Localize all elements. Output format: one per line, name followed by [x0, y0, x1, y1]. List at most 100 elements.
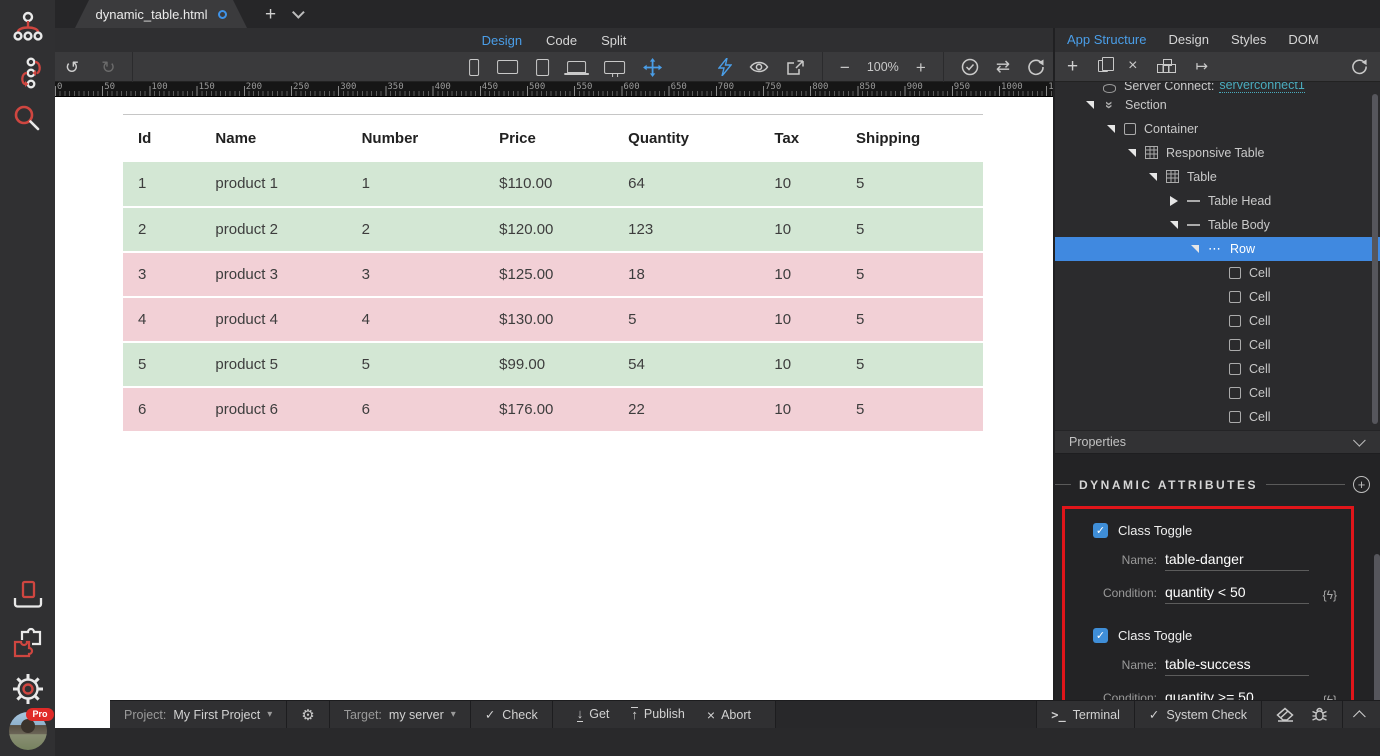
- table-cell[interactable]: product 5: [200, 341, 347, 388]
- tree-item-table-head[interactable]: Table Head: [1055, 189, 1380, 213]
- bug-icon[interactable]: [1311, 706, 1328, 723]
- check-button[interactable]: ✓ Check: [470, 701, 553, 728]
- condition-input[interactable]: quantity < 50: [1165, 584, 1309, 604]
- table-cell[interactable]: 10: [759, 251, 842, 298]
- table-cell[interactable]: product 1: [200, 161, 347, 208]
- table-cell[interactable]: 6: [123, 386, 201, 433]
- table-cell[interactable]: product 3: [200, 251, 347, 298]
- table-cell[interactable]: 2: [346, 206, 485, 253]
- table-cell[interactable]: 123: [613, 206, 760, 253]
- workflow-icon[interactable]: [0, 50, 55, 96]
- dynamic-data-bolt-icon[interactable]: [717, 58, 732, 76]
- table-cell[interactable]: 4: [123, 296, 201, 343]
- validate-check-icon[interactable]: [961, 58, 979, 76]
- panel-tab-styles[interactable]: Styles: [1231, 32, 1266, 47]
- delete-icon[interactable]: ×: [1128, 58, 1137, 74]
- table-cell[interactable]: 5: [841, 161, 983, 208]
- new-tab-button[interactable]: +: [265, 5, 276, 24]
- preview-eye-icon[interactable]: [749, 60, 769, 74]
- tree-item-table[interactable]: Table: [1055, 165, 1380, 189]
- tree-item-cell[interactable]: Cell: [1055, 381, 1380, 405]
- table-cell[interactable]: 64: [613, 161, 760, 208]
- table-cell[interactable]: 5: [841, 206, 983, 253]
- table-cell[interactable]: 3: [346, 251, 485, 298]
- class-name-input[interactable]: table-success: [1165, 656, 1309, 676]
- tree-item-cell[interactable]: Cell: [1055, 405, 1380, 429]
- search-icon[interactable]: [0, 96, 55, 142]
- table-cell[interactable]: 2: [123, 206, 201, 253]
- components-icon[interactable]: [1157, 59, 1177, 74]
- panel-tab-dom[interactable]: DOM: [1288, 32, 1318, 47]
- product-table[interactable]: Id Name Number Price Quantity Tax Shipping 1 pr…: [123, 114, 983, 433]
- open-in-browser-icon[interactable]: [786, 59, 805, 76]
- design-canvas[interactable]: Id Name Number Price Quantity Tax Shipping 1 pr…: [55, 97, 1053, 728]
- collapse-arrow-icon[interactable]: [1191, 245, 1208, 253]
- table-row[interactable]: 3 product 3 3 $125.00 18 10 5: [123, 251, 983, 298]
- view-tab-design[interactable]: Design: [482, 33, 522, 48]
- table-cell[interactable]: product 4: [200, 296, 347, 343]
- save-tray-icon[interactable]: [0, 574, 55, 620]
- project-selector[interactable]: Project: My First Project ▾: [110, 701, 288, 728]
- add-icon[interactable]: +: [1067, 57, 1078, 76]
- tablet-portrait-preview-icon[interactable]: [536, 58, 550, 76]
- undo-button[interactable]: ↺: [65, 59, 79, 76]
- tree-item-cell[interactable]: Cell: [1055, 357, 1380, 381]
- tree-item-cell[interactable]: Cell: [1055, 309, 1380, 333]
- table-cell[interactable]: $120.00: [484, 206, 614, 253]
- table-cell[interactable]: 4: [346, 296, 485, 343]
- tab-list-chevron-icon[interactable]: [292, 5, 305, 19]
- table-cell[interactable]: 6: [346, 386, 485, 433]
- redo-button[interactable]: ↻: [101, 59, 115, 76]
- terminal-button[interactable]: >_ Terminal: [1037, 701, 1135, 728]
- phone-preview-icon[interactable]: [469, 58, 480, 76]
- table-cell[interactable]: 1: [123, 161, 201, 208]
- table-cell[interactable]: 3: [123, 251, 201, 298]
- table-cell[interactable]: $110.00: [484, 161, 614, 208]
- table-cell[interactable]: 10: [759, 386, 842, 433]
- collapse-arrow-icon[interactable]: [1107, 125, 1124, 133]
- project-settings-button[interactable]: ⚙: [287, 701, 330, 728]
- tree-item-section[interactable]: » Section: [1055, 93, 1380, 117]
- panel-scrollbar[interactable]: [1374, 554, 1380, 714]
- table-cell[interactable]: $125.00: [484, 251, 614, 298]
- swap-arrows-icon[interactable]: ⇄: [996, 57, 1010, 77]
- extensions-puzzle-icon[interactable]: [0, 620, 55, 666]
- table-cell[interactable]: 54: [613, 341, 760, 388]
- tree-item-server-connect-[interactable]: Server Connect: serverconnect1: [1055, 82, 1380, 93]
- table-cell[interactable]: 18: [613, 251, 760, 298]
- tree-item-container[interactable]: Container: [1055, 117, 1380, 141]
- table-row[interactable]: 2 product 2 2 $120.00 123 10 5: [123, 206, 983, 253]
- add-dynamic-attribute-button[interactable]: +: [1353, 476, 1370, 493]
- table-cell[interactable]: 10: [759, 161, 842, 208]
- laptop-preview-icon[interactable]: [564, 61, 590, 75]
- collapse-arrow-icon[interactable]: [1170, 221, 1187, 229]
- panel-tab-design[interactable]: Design: [1169, 32, 1209, 47]
- table-cell[interactable]: 5: [841, 296, 983, 343]
- table-row[interactable]: 4 product 4 4 $130.00 5 10 5: [123, 296, 983, 343]
- tablet-landscape-preview-icon[interactable]: [497, 60, 519, 74]
- tree-item-cell[interactable]: Cell: [1055, 285, 1380, 309]
- zoom-in-button[interactable]: +: [916, 59, 926, 76]
- system-check-button[interactable]: ✓ System Check: [1134, 701, 1262, 728]
- checkbox-checked-icon[interactable]: ✓: [1093, 523, 1108, 538]
- fluid-move-icon[interactable]: [643, 57, 663, 77]
- get-button[interactable]: ↓ Get: [567, 707, 620, 722]
- table-cell[interactable]: 5: [123, 341, 201, 388]
- tree-item-cell[interactable]: Cell: [1055, 261, 1380, 285]
- expand-arrow-icon[interactable]: [1170, 196, 1187, 206]
- checkbox-checked-icon[interactable]: ✓: [1093, 628, 1108, 643]
- document-tab[interactable]: dynamic_table.html: [75, 0, 247, 28]
- zoom-level[interactable]: 100%: [867, 60, 899, 74]
- table-cell[interactable]: 5: [841, 386, 983, 433]
- table-cell[interactable]: 10: [759, 206, 842, 253]
- table-cell[interactable]: 5: [346, 341, 485, 388]
- view-tab-split[interactable]: Split: [601, 33, 626, 48]
- table-cell[interactable]: 10: [759, 341, 842, 388]
- class-name-input[interactable]: table-danger: [1165, 551, 1309, 571]
- table-cell[interactable]: 5: [841, 251, 983, 298]
- table-cell[interactable]: 10: [759, 296, 842, 343]
- tree-item-cell[interactable]: Cell: [1055, 333, 1380, 357]
- tree-item-responsive-table[interactable]: Responsive Table: [1055, 141, 1380, 165]
- tree-item-row[interactable]: ⋯ Row: [1055, 236, 1380, 261]
- table-row[interactable]: 6 product 6 6 $176.00 22 10 5: [123, 386, 983, 433]
